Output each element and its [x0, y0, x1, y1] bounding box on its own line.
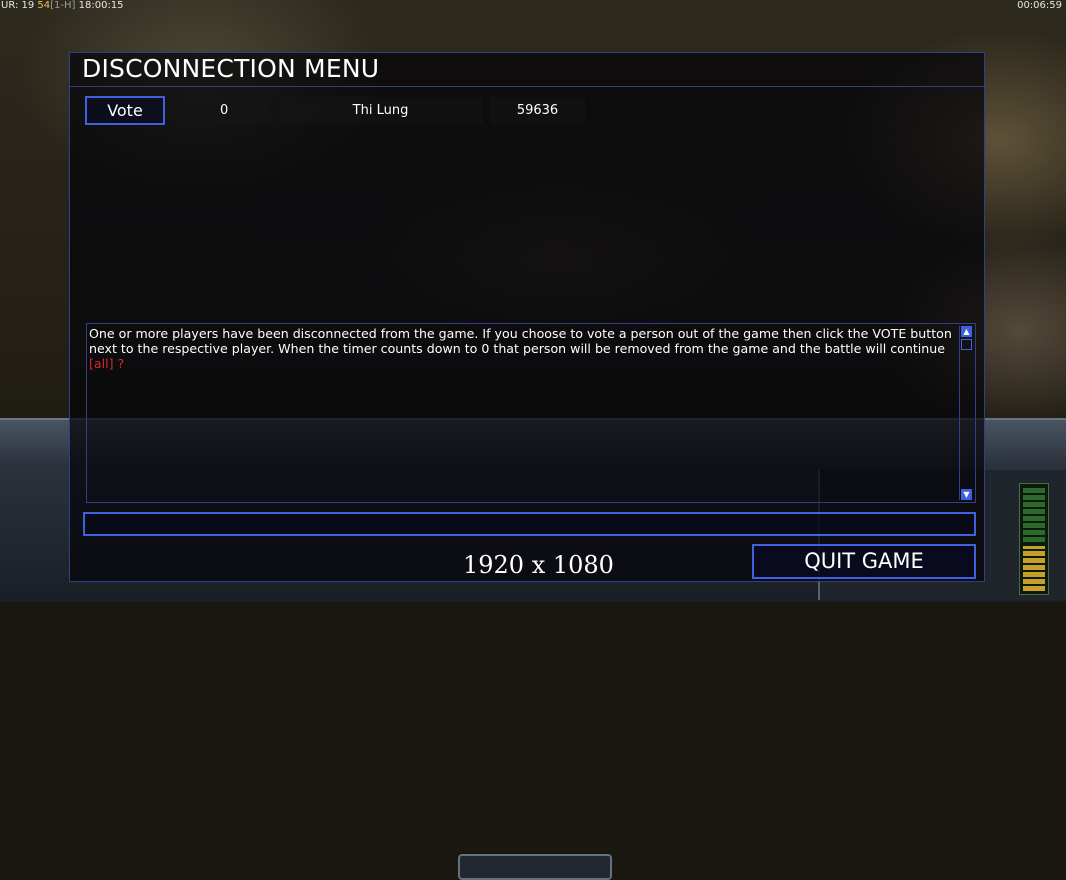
chat-system-line: [all] ? [89, 356, 125, 371]
title-divider [70, 86, 984, 87]
chat-messages: One or more players have been disconnect… [89, 326, 959, 371]
chat-scrollbar[interactable]: ▲ ▼ [959, 326, 973, 500]
scroll-up-icon[interactable]: ▲ [961, 326, 972, 337]
status-readout: UR: 19 54[1-H] 18:00:15 [1, 0, 124, 11]
disconnection-menu-dialog: DISCONNECTION MENU Vote 0 Thi Lung 59636… [69, 52, 985, 582]
player-name: Thi Lung [278, 97, 483, 124]
resolution-label: 1920 x 1080 [463, 551, 614, 579]
scroll-down-icon[interactable]: ▼ [961, 489, 972, 500]
chat-log: One or more players have been disconnect… [86, 323, 976, 503]
scroll-thumb[interactable] [961, 339, 972, 350]
player-timer: 0 [180, 97, 270, 124]
disconnect-info-text: One or more players have been disconnect… [89, 326, 952, 356]
menu-title: DISCONNECTION MENU [82, 54, 380, 83]
quit-game-button[interactable]: QUIT GAME [752, 544, 976, 579]
vote-button[interactable]: Vote [85, 96, 165, 125]
chat-input[interactable] [83, 512, 976, 536]
money-display [458, 854, 612, 880]
game-clock: 00:06:59 [1017, 0, 1062, 11]
player-ping: 59636 [490, 97, 585, 124]
power-meter [1019, 483, 1049, 595]
